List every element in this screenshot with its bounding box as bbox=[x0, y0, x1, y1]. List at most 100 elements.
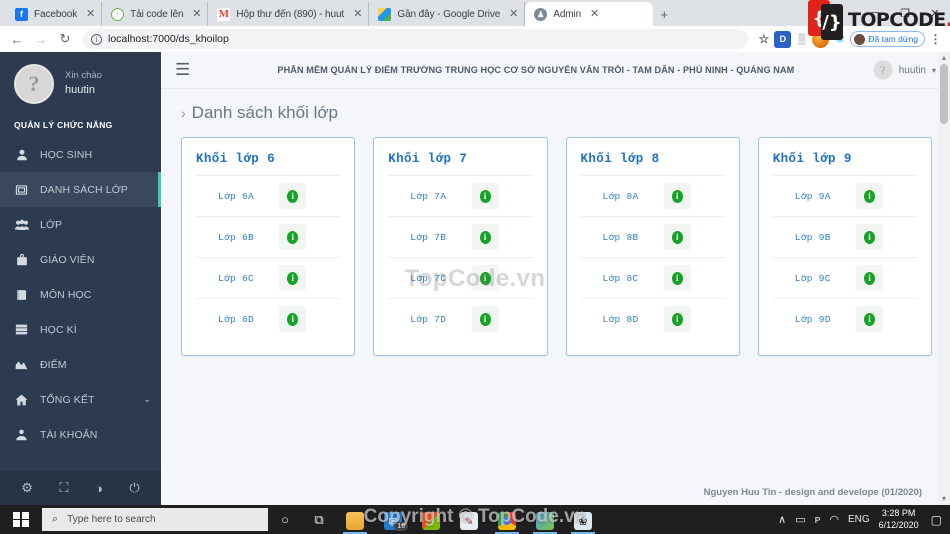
class-row[interactable]: Lớp 9A i bbox=[772, 175, 917, 216]
class-label[interactable]: Lớp 7B bbox=[410, 232, 461, 243]
art-app-icon[interactable]: ❀ bbox=[564, 505, 602, 534]
sidebar-item-mon-hoc[interactable]: MÔN HỌC bbox=[0, 277, 161, 312]
info-badge[interactable]: i bbox=[856, 265, 883, 291]
scroll-down-icon[interactable]: ▾ bbox=[942, 493, 946, 505]
task-view-icon[interactable]: ⧉ bbox=[302, 505, 336, 534]
class-row[interactable]: Lớp 8C i bbox=[580, 257, 725, 298]
close-icon[interactable]: ✕ bbox=[351, 8, 364, 21]
page-scrollbar[interactable]: ▴ ▾ bbox=[938, 52, 950, 505]
bookmark-star-icon[interactable]: ☆ bbox=[755, 31, 772, 48]
class-row[interactable]: Lớp 6D i bbox=[196, 298, 341, 339]
reload-icon[interactable]: ↻ bbox=[54, 28, 76, 50]
class-label[interactable]: Lớp 9D bbox=[795, 314, 846, 325]
class-label[interactable]: Lớp 8A bbox=[603, 191, 654, 202]
settings-gear-icon[interactable]: ⚙ bbox=[21, 480, 33, 496]
eye-slash-icon[interactable]: ◑ bbox=[95, 481, 103, 496]
class-label[interactable]: Lớp 6D bbox=[218, 314, 269, 325]
info-badge[interactable]: i bbox=[279, 265, 307, 291]
class-label[interactable]: Lớp 7C bbox=[410, 273, 461, 284]
class-label[interactable]: Lớp 9C bbox=[795, 273, 846, 284]
user-menu[interactable]: ? huutin ▾ bbox=[872, 60, 942, 80]
class-label[interactable]: Lớp 8C bbox=[603, 273, 654, 284]
close-icon[interactable]: ✕ bbox=[84, 8, 97, 21]
class-label[interactable]: Lớp 6B bbox=[218, 232, 269, 243]
battery-icon[interactable]: ▭ bbox=[795, 513, 805, 526]
info-badge[interactable]: i bbox=[856, 183, 883, 209]
back-icon[interactable]: ← bbox=[6, 28, 28, 50]
info-badge[interactable]: i bbox=[663, 265, 691, 291]
power-off-icon[interactable]: ⏻ bbox=[129, 480, 139, 496]
new-tab-button[interactable]: + bbox=[653, 2, 675, 26]
close-icon[interactable]: ✕ bbox=[190, 8, 203, 21]
class-label[interactable]: Lớp 7D bbox=[410, 314, 461, 325]
class-row[interactable]: Lớp 8B i bbox=[580, 216, 725, 257]
info-badge[interactable]: i bbox=[279, 306, 307, 332]
sidebar-item-tong-ket[interactable]: TỔNG KẾT ⌄ bbox=[0, 382, 161, 417]
close-icon[interactable]: ✕ bbox=[507, 8, 520, 21]
class-row[interactable]: Lớp 7D i bbox=[388, 298, 533, 339]
info-badge[interactable]: i bbox=[279, 224, 307, 250]
class-row[interactable]: Lớp 7B i bbox=[388, 216, 533, 257]
browser-tab-admin[interactable]: ♟ Admin ✕ bbox=[525, 2, 654, 26]
mail-icon[interactable]: ✉ 16 bbox=[374, 505, 412, 534]
sidebar-item-hoc-ki[interactable]: HỌC KÌ bbox=[0, 312, 161, 347]
hamburger-menu-icon[interactable]: ☰ bbox=[175, 60, 199, 80]
info-badge[interactable]: i bbox=[279, 183, 307, 209]
class-label[interactable]: Lớp 6A bbox=[218, 191, 269, 202]
class-row[interactable]: Lớp 7A i bbox=[388, 175, 533, 216]
paint-3d-icon[interactable] bbox=[526, 505, 564, 534]
scrollbar-thumb[interactable] bbox=[940, 64, 948, 124]
sidebar-item-danh-sach-lop[interactable]: DANH SÁCH LỚP bbox=[0, 172, 161, 207]
cortana-icon[interactable]: ○ bbox=[268, 505, 302, 534]
chevron-down-icon[interactable]: ⌄ bbox=[143, 394, 151, 405]
chrome-icon[interactable] bbox=[488, 505, 526, 534]
class-row[interactable]: Lớp 9C i bbox=[772, 257, 917, 298]
class-row[interactable]: Lớp 6B i bbox=[196, 216, 341, 257]
fullscreen-expand-icon[interactable]: ⛶ bbox=[59, 480, 68, 496]
docs-extension-icon[interactable]: D bbox=[774, 30, 792, 48]
address-bar[interactable]: i localhost:7000/ds_khoilop bbox=[83, 29, 749, 49]
sidebar-item-diem[interactable]: ĐIỂM bbox=[0, 347, 161, 382]
tray-chevron-up-icon[interactable]: ∧ bbox=[778, 513, 786, 526]
class-row[interactable]: Lớp 9B i bbox=[772, 216, 917, 257]
class-label[interactable]: Lớp 9A bbox=[795, 191, 846, 202]
wifi-icon[interactable]: ◠ bbox=[829, 513, 839, 526]
sidebar-item-lop[interactable]: LỚP bbox=[0, 207, 161, 242]
notifications-icon[interactable]: ▢ bbox=[928, 513, 942, 527]
class-row[interactable]: Lớp 9D i bbox=[772, 298, 917, 339]
browser-tab-tai-code-len[interactable]: ↑ Tải code lên ✕ bbox=[102, 2, 209, 26]
info-badge[interactable]: i bbox=[856, 306, 883, 332]
file-explorer-icon[interactable] bbox=[336, 505, 374, 534]
class-row[interactable]: Lớp 8D i bbox=[580, 298, 725, 339]
info-badge[interactable]: i bbox=[663, 183, 691, 209]
taskbar-search-input[interactable]: ⌕ Type here to search bbox=[42, 508, 268, 531]
volume-icon[interactable]: ᴘ bbox=[815, 514, 821, 526]
language-indicator[interactable]: ENG bbox=[848, 514, 870, 525]
browser-tab-gmail[interactable]: M Hộp thư đến (890) - huutin129 ✕ bbox=[208, 2, 370, 26]
info-badge[interactable]: i bbox=[471, 224, 499, 250]
sidebar-user-panel[interactable]: ? Xin chào huutin bbox=[0, 52, 161, 114]
sidebar-item-giao-vien[interactable]: GIÁO VIÊN bbox=[0, 242, 161, 277]
info-badge[interactable]: i bbox=[856, 224, 883, 250]
info-badge[interactable]: i bbox=[663, 306, 691, 332]
info-badge[interactable]: i bbox=[471, 183, 499, 209]
info-badge[interactable]: i bbox=[663, 224, 691, 250]
info-badge[interactable]: i bbox=[471, 265, 499, 291]
class-row[interactable]: Lớp 6A i bbox=[196, 175, 341, 216]
microsoft-store-icon[interactable] bbox=[412, 505, 450, 534]
scroll-up-icon[interactable]: ▴ bbox=[942, 52, 946, 64]
class-label[interactable]: Lớp 8B bbox=[603, 232, 654, 243]
sidebar-item-hoc-sinh[interactable]: HỌC SINH bbox=[0, 137, 161, 172]
forward-icon[interactable]: → bbox=[30, 28, 52, 50]
class-row[interactable]: Lớp 8A i bbox=[580, 175, 725, 216]
class-row[interactable]: Lớp 7C i bbox=[388, 257, 533, 298]
class-label[interactable]: Lớp 6C bbox=[218, 273, 269, 284]
sidebar-item-tai-khoan[interactable]: TÀI KHOẢN bbox=[0, 417, 161, 452]
class-row[interactable]: Lớp 6C i bbox=[196, 257, 341, 298]
close-icon[interactable]: ✕ bbox=[588, 8, 601, 21]
start-button[interactable] bbox=[0, 505, 42, 534]
paint-icon[interactable]: ✎ bbox=[450, 505, 488, 534]
class-label[interactable]: Lớp 7A bbox=[410, 191, 461, 202]
class-label[interactable]: Lớp 9B bbox=[795, 232, 846, 243]
info-badge[interactable]: i bbox=[471, 306, 499, 332]
